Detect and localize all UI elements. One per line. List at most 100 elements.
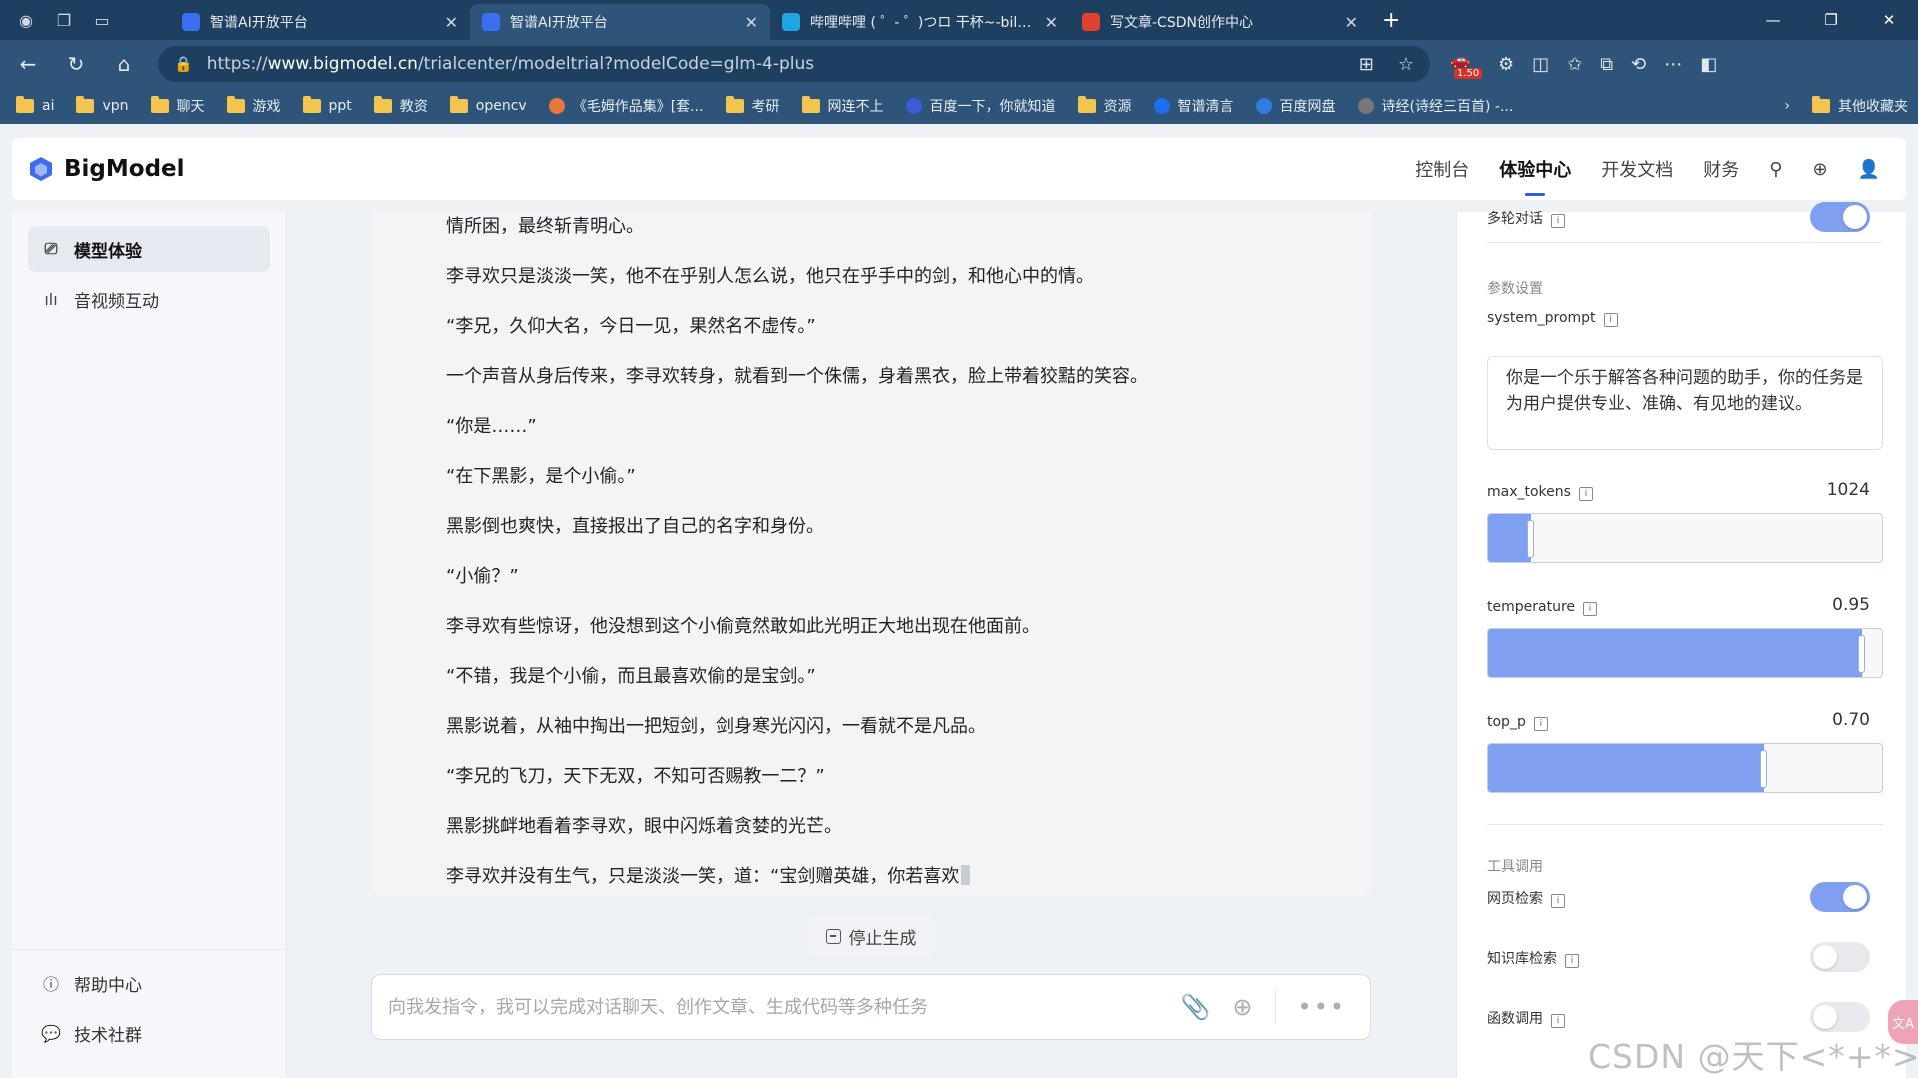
sidebar-item-help[interactable]: ⓘ 帮助中心 bbox=[28, 960, 270, 1006]
profile-icon[interactable]: ◉ bbox=[12, 6, 40, 34]
label-text: max_tokens bbox=[1487, 484, 1571, 500]
collections-icon[interactable]: ❐ bbox=[50, 6, 78, 34]
multi-turn-toggle[interactable] bbox=[1810, 202, 1870, 232]
browser-tab[interactable]: 哔哩哔哩 ( ゜- ゜)つロ 干杯~-bilibili ✕ bbox=[770, 4, 1070, 40]
sidebar-item-community[interactable]: 💬 技术社群 bbox=[28, 1010, 270, 1056]
home-icon[interactable]: ⌂ bbox=[104, 46, 144, 82]
sidebar-item-audio-video[interactable]: ılı 音视频互动 bbox=[28, 276, 270, 322]
function-call-toggle[interactable] bbox=[1810, 1002, 1870, 1032]
send-dots-icon[interactable]: ••• bbox=[1298, 993, 1346, 1021]
bookmark-item[interactable]: ppt bbox=[302, 96, 352, 114]
chat-icon: 💬 bbox=[41, 1023, 61, 1043]
app-grid-icon[interactable]: ⊞ bbox=[1359, 54, 1374, 75]
lock-icon[interactable]: 🔒 bbox=[174, 55, 193, 73]
slider-handle[interactable] bbox=[1759, 750, 1767, 788]
info-icon[interactable]: i bbox=[1551, 894, 1565, 908]
search-person-icon[interactable]: ⚲ bbox=[1769, 159, 1782, 180]
kb-search-label: 知识库检索 i bbox=[1487, 948, 1579, 968]
info-icon[interactable]: i bbox=[1551, 214, 1565, 228]
input-actions: 📎 ⊕ ••• bbox=[1181, 990, 1346, 1024]
slider-handle[interactable] bbox=[1858, 635, 1866, 673]
attachment-icon[interactable]: 📎 bbox=[1181, 993, 1211, 1021]
nav-experience-center[interactable]: 体验中心 bbox=[1499, 156, 1571, 196]
minimize-icon[interactable]: — bbox=[1744, 0, 1802, 40]
info-icon[interactable]: i bbox=[1533, 717, 1548, 731]
top-p-slider[interactable] bbox=[1487, 743, 1883, 793]
nav-finance[interactable]: 财务 bbox=[1703, 156, 1739, 182]
address-bar-row: ← ↻ ⌂ 🔒 https://www.bigmodel.cn/trialcen… bbox=[0, 40, 1918, 88]
web-search-toggle[interactable] bbox=[1810, 882, 1870, 912]
response-paragraph: “不错，我是个小偷，而且最喜欢偷的是宝剑。” bbox=[446, 666, 816, 687]
site-favicon-icon bbox=[905, 98, 922, 114]
close-tab-icon[interactable]: ✕ bbox=[1045, 13, 1058, 32]
tab-actions-icon[interactable]: ▭ bbox=[88, 6, 116, 34]
info-icon[interactable]: i bbox=[1565, 954, 1579, 968]
globe-icon[interactable]: ⊕ bbox=[1812, 159, 1827, 180]
temperature-slider[interactable] bbox=[1487, 628, 1883, 678]
bookmark-item[interactable]: 《毛姆作品集》[套... bbox=[548, 96, 704, 116]
tab-favicon-icon bbox=[1082, 13, 1100, 31]
bookmark-item[interactable]: ai bbox=[16, 96, 55, 114]
bookmark-item[interactable]: 游戏 bbox=[226, 96, 281, 116]
bookmark-item[interactable]: vpn bbox=[76, 96, 129, 114]
nav-docs[interactable]: 开发文档 bbox=[1601, 156, 1673, 182]
bookmark-item[interactable]: 百度一下，你就知道 bbox=[905, 96, 1056, 116]
refresh-icon[interactable]: ↻ bbox=[56, 46, 96, 82]
sidebar-toggle-icon[interactable]: ◧ bbox=[1700, 54, 1717, 75]
bookmark-label: ai bbox=[42, 98, 55, 114]
bookmark-item[interactable]: 诗经(诗经三百首) -... bbox=[1357, 96, 1513, 116]
stop-generation-button[interactable]: 停止生成 bbox=[808, 916, 934, 956]
bookmark-other-folder[interactable]: 其他收藏夹 bbox=[1812, 96, 1908, 116]
bookmark-item[interactable]: 聊天 bbox=[150, 96, 205, 116]
history-icon[interactable]: ⟲ bbox=[1631, 54, 1646, 75]
close-tab-icon[interactable]: ✕ bbox=[1345, 13, 1358, 32]
system-prompt-field[interactable]: 你是一个乐于解答各种问题的助手，你的任务是为用户提供专业、准确、有见地的建议。 bbox=[1487, 356, 1883, 450]
extensions-icon[interactable]: ⚙ bbox=[1498, 54, 1514, 75]
more-menu-icon[interactable]: ⋯ bbox=[1664, 54, 1682, 75]
extension-badge-icon[interactable]: 🚗 1.50 bbox=[1450, 49, 1483, 79]
bookmark-item[interactable]: 资源 bbox=[1077, 96, 1132, 116]
browser-tab[interactable]: 智谱AI开放平台 ✕ bbox=[470, 4, 770, 40]
prompt-input-box[interactable]: 📎 ⊕ ••• bbox=[371, 974, 1371, 1040]
info-icon[interactable]: i bbox=[1583, 602, 1597, 616]
extension-car-icon: 🚗 bbox=[1450, 50, 1470, 69]
back-icon[interactable]: ← bbox=[8, 46, 48, 82]
max-tokens-slider[interactable] bbox=[1487, 513, 1883, 563]
prompt-input[interactable] bbox=[388, 996, 1181, 1018]
restore-icon[interactable]: ❐ bbox=[1802, 0, 1860, 40]
browser-tab[interactable]: 写文章-CSDN创作中心 ✕ bbox=[1070, 4, 1370, 40]
kb-search-toggle[interactable] bbox=[1810, 942, 1870, 972]
tab-title: 写文章-CSDN创作中心 bbox=[1110, 15, 1253, 31]
browser-tab[interactable]: 智谱AI开放平台 ✕ bbox=[170, 4, 470, 40]
split-screen-icon[interactable]: ◫ bbox=[1532, 54, 1549, 75]
new-tab-icon[interactable]: + bbox=[1382, 8, 1400, 33]
sidebar-item-model-experience[interactable]: ⎚ 模型体验 bbox=[28, 226, 270, 272]
bookmark-item[interactable]: 网连不上 bbox=[801, 96, 884, 116]
favorites-icon[interactable]: ✩ bbox=[1567, 54, 1582, 75]
close-tab-icon[interactable]: ✕ bbox=[445, 13, 458, 32]
response-paragraph: “李兄的飞刀，天下无双，不知可否赐教一二？” bbox=[446, 766, 825, 787]
bookmark-item[interactable]: 百度网盘 bbox=[1255, 96, 1336, 116]
close-tab-icon[interactable]: ✕ bbox=[745, 13, 758, 32]
nav-console[interactable]: 控制台 bbox=[1415, 156, 1469, 182]
temperature-value: 0.95 bbox=[1832, 595, 1870, 615]
favorite-star-icon[interactable]: ☆ bbox=[1398, 54, 1414, 75]
url-field[interactable]: 🔒 https://www.bigmodel.cn/trialcenter/mo… bbox=[158, 46, 1430, 82]
info-icon[interactable]: i bbox=[1551, 1014, 1565, 1028]
top-p-label: top_p i bbox=[1487, 714, 1548, 731]
info-icon[interactable]: i bbox=[1603, 313, 1618, 327]
close-window-icon[interactable]: ✕ bbox=[1860, 0, 1918, 40]
bookmark-item[interactable]: 教资 bbox=[373, 96, 428, 116]
bookmark-item[interactable]: 智谱清言 bbox=[1153, 96, 1234, 116]
folder-icon bbox=[76, 96, 95, 113]
slider-handle[interactable] bbox=[1527, 520, 1535, 558]
user-icon[interactable]: 👤 bbox=[1858, 159, 1880, 180]
info-icon[interactable]: i bbox=[1578, 487, 1593, 501]
bookmark-item[interactable]: 考研 bbox=[725, 96, 780, 116]
collections-tab-icon[interactable]: ⧉ bbox=[1600, 54, 1613, 75]
audio-wave-icon: ılı bbox=[44, 289, 58, 309]
bookmark-item[interactable]: opencv bbox=[449, 96, 527, 114]
chevron-right-icon[interactable]: › bbox=[1784, 98, 1790, 114]
add-circle-icon[interactable]: ⊕ bbox=[1232, 993, 1252, 1021]
brand-logo[interactable]: BigModel bbox=[28, 156, 185, 182]
